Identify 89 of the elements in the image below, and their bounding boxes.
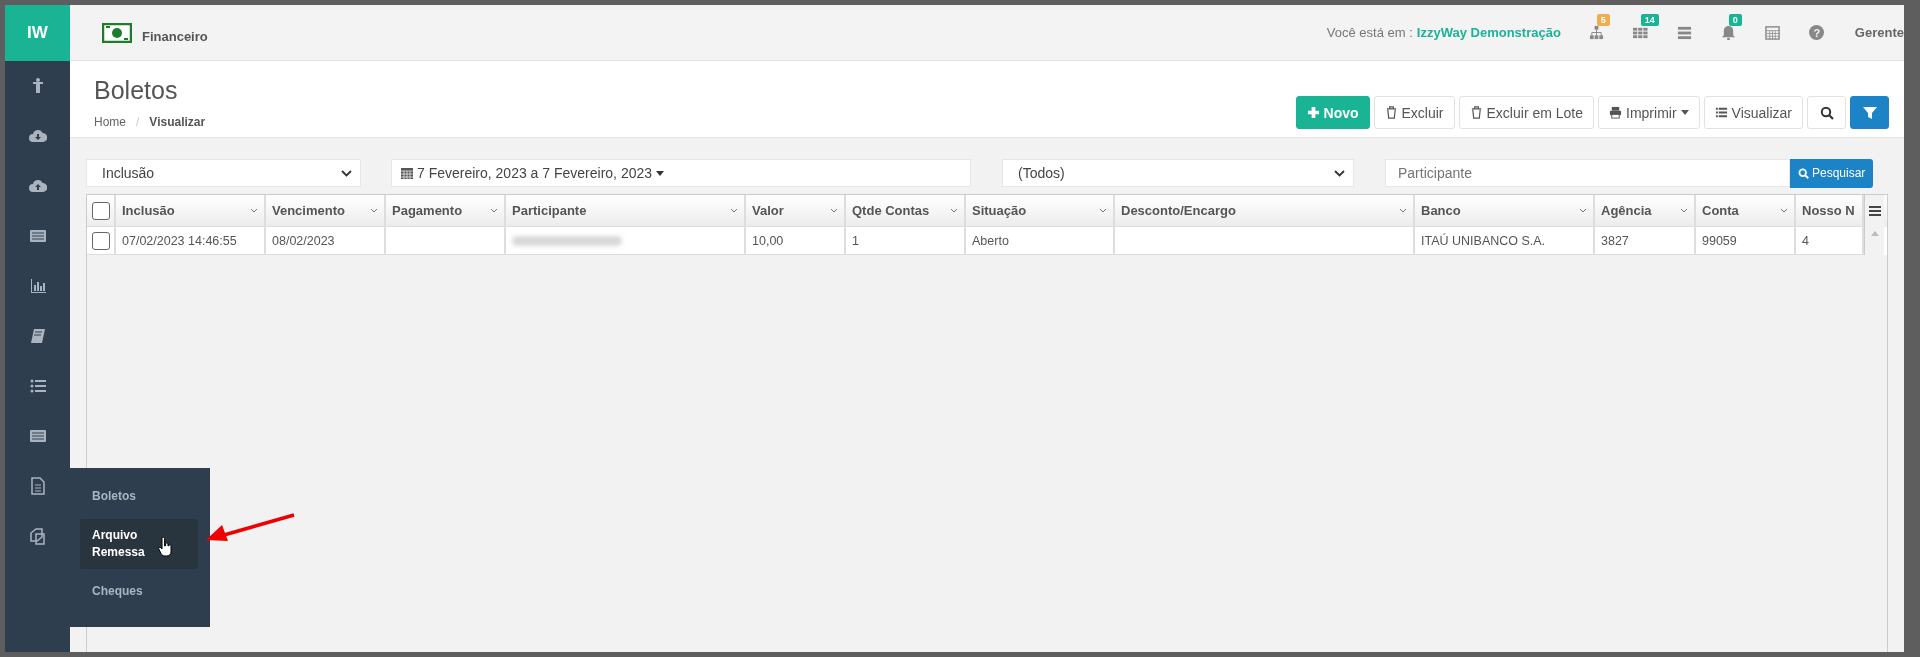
- date-field-select[interactable]: Inclusão: [86, 159, 361, 187]
- column-title: Pagamento: [392, 203, 463, 218]
- page-title: Boletos: [94, 75, 179, 105]
- chevron-down-icon[interactable]: [1680, 208, 1688, 213]
- chevron-down-icon[interactable]: [370, 208, 378, 213]
- module-title: Financeiro: [142, 29, 208, 44]
- cloud-download-icon[interactable]: [28, 127, 47, 145]
- menu-icon[interactable]: [1868, 206, 1881, 216]
- menu-item[interactable]: Arquivo Remessa: [80, 519, 198, 569]
- copy-icon[interactable]: [28, 527, 47, 545]
- book-icon[interactable]: [28, 327, 47, 345]
- breadcrumb-link[interactable]: Home: [94, 115, 126, 129]
- menu-item[interactable]: Cheques: [80, 575, 198, 608]
- location-label: Você está em :: [1326, 25, 1413, 40]
- chevron-down-icon: [1334, 169, 1345, 177]
- table-cell: 99059: [1696, 227, 1796, 255]
- select-value: (Todos): [1018, 165, 1065, 181]
- document-icon[interactable]: [28, 477, 47, 495]
- user-menu[interactable]: Gerente: [1854, 25, 1904, 40]
- table-cell: Aberto: [966, 227, 1115, 255]
- breadcrumb-separator: /: [136, 115, 140, 129]
- table-cell: 08/02/2023: [266, 227, 386, 255]
- table-cell: 07/02/2023 14:46:55: [116, 227, 266, 255]
- column-title: Situação: [972, 203, 1027, 218]
- row-checkbox[interactable]: [91, 231, 110, 250]
- chevron-down-icon[interactable]: [1579, 208, 1587, 213]
- filter-icon: [1862, 105, 1877, 120]
- select-value: Inclusão: [102, 165, 155, 181]
- chevron-down-icon[interactable]: [1099, 208, 1107, 213]
- chevron-down-icon[interactable]: [1780, 208, 1788, 213]
- chevron-down-icon: [341, 169, 352, 177]
- notifications-icon[interactable]: [1721, 25, 1737, 40]
- participant-search-field[interactable]: Participante: [1385, 158, 1790, 187]
- column-title: Vencimento: [272, 203, 345, 218]
- chevron-down-icon[interactable]: [830, 208, 838, 213]
- chevron-down-icon[interactable]: [950, 208, 958, 213]
- count-badge: 14: [1640, 14, 1659, 26]
- cloud-upload-icon[interactable]: [28, 177, 47, 195]
- toolbar-button[interactable]: Imprimir: [1598, 96, 1700, 129]
- bar-chart-icon[interactable]: [28, 277, 47, 295]
- list-icon: [1714, 106, 1728, 119]
- toolbar-button[interactable]: Excluir: [1373, 96, 1455, 129]
- server-icon[interactable]: [1677, 25, 1693, 40]
- printer-icon: [1609, 106, 1622, 119]
- filter-button[interactable]: [1850, 96, 1889, 129]
- column-title: Banco: [1421, 203, 1461, 218]
- card-icon[interactable]: [28, 427, 47, 445]
- toolbar-button[interactable]: Visualizar: [1703, 96, 1803, 129]
- calendar-icon: [401, 167, 413, 179]
- count-badge: 0: [1728, 14, 1742, 26]
- status-select[interactable]: (Todos): [1002, 159, 1354, 187]
- sitemap-icon[interactable]: [1589, 25, 1605, 40]
- trash-icon: [1469, 106, 1483, 119]
- table-cell: 10,00: [746, 227, 846, 255]
- column-title: Valor: [752, 203, 784, 218]
- column-title: Inclusão: [122, 203, 175, 218]
- table-cell: 1: [846, 227, 966, 255]
- chevron-down-icon[interactable]: [490, 208, 498, 213]
- column-title: Nosso N: [1802, 203, 1855, 218]
- toolbar-button[interactable]: Excluir em Lote: [1458, 96, 1594, 129]
- calendar-icon[interactable]: [1765, 25, 1781, 40]
- caret-icon: [656, 170, 665, 176]
- card-icon[interactable]: [28, 227, 47, 245]
- search-button[interactable]: [1807, 96, 1846, 129]
- grid-icon[interactable]: [1633, 25, 1649, 40]
- banknote-icon: [102, 22, 132, 43]
- menu-item[interactable]: Boletos: [80, 480, 198, 513]
- chevron-down-icon[interactable]: [730, 208, 738, 213]
- chevron-down-icon[interactable]: [250, 208, 258, 213]
- count-badge: 5: [1596, 14, 1610, 26]
- select-all-checkbox[interactable]: [91, 201, 110, 220]
- date-range-text: 7 Fevereiro, 2023 a 7 Fevereiro, 2023: [417, 165, 653, 181]
- search-icon: [1819, 105, 1834, 120]
- column-title: Desconto/Encargo: [1121, 203, 1236, 218]
- table-cell: ITAÚ UNIBANCO S.A.: [1415, 227, 1595, 255]
- column-title: Qtde Contas: [852, 203, 930, 218]
- search-button[interactable]: Pesquisar: [1790, 158, 1874, 188]
- hand-cursor-icon: [158, 537, 172, 557]
- table-cell: 3827: [1595, 227, 1696, 255]
- column-title: Participante: [512, 203, 587, 218]
- list-icon[interactable]: [28, 377, 47, 395]
- search-icon: [1798, 167, 1809, 179]
- column-title: Agência: [1601, 203, 1652, 218]
- column-title: Conta: [1702, 203, 1739, 218]
- plus-icon: [1306, 106, 1320, 119]
- chevron-down-icon[interactable]: [1399, 208, 1407, 213]
- breadcrumb-link[interactable]: Visualizar: [149, 115, 206, 129]
- date-range-picker[interactable]: 7 Fevereiro, 2023 a 7 Fevereiro, 2023: [391, 159, 971, 187]
- trash-icon: [1384, 106, 1398, 119]
